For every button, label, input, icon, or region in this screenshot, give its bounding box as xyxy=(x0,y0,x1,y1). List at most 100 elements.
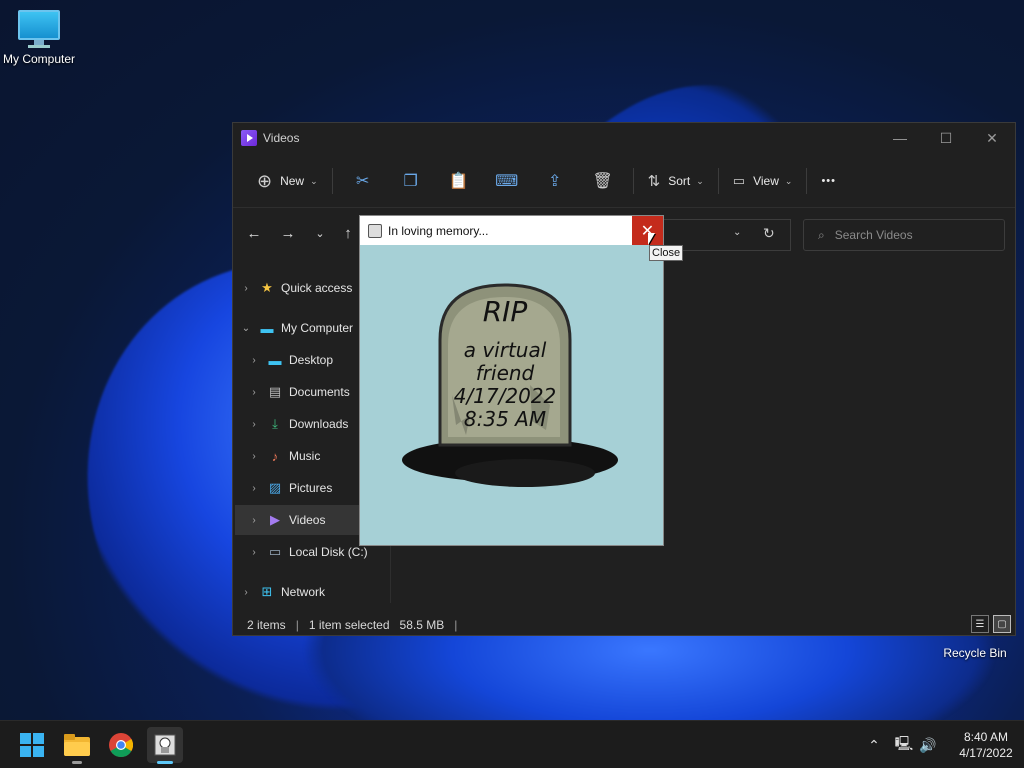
sort-button-label: Sort xyxy=(668,174,691,188)
network-icon: ⊞ xyxy=(261,584,273,599)
chevron-right-icon[interactable]: › xyxy=(247,483,261,494)
scissors-icon: ✂ xyxy=(355,173,370,190)
view-icon: ▭ xyxy=(732,173,746,188)
sidebar-item-label: Videos xyxy=(289,513,326,527)
tiles-icon: ▢ xyxy=(997,618,1007,630)
sidebar-item-label: Desktop xyxy=(289,353,334,367)
plus-circle-icon: ⊕ xyxy=(257,170,273,191)
popup-titlebar[interactable]: In loving memory... xyxy=(360,216,663,245)
chevron-right-icon[interactable]: › xyxy=(247,515,261,526)
sort-button[interactable]: ⇅ Sort ⌄ xyxy=(640,165,712,197)
view-button-label: View xyxy=(753,174,779,188)
documents-icon: ▤ xyxy=(268,384,282,399)
chevron-down-icon: ⌄ xyxy=(310,175,318,186)
rename-icon: ⌨ xyxy=(495,173,519,190)
chevron-down-icon[interactable]: ⌄ xyxy=(733,227,741,238)
status-separator: | xyxy=(295,618,299,632)
close-tooltip: Close xyxy=(649,245,684,261)
copy-button[interactable]: ❐ xyxy=(395,165,427,197)
chevron-right-icon[interactable]: › xyxy=(247,387,261,398)
maximize-button[interactable]: ☐ xyxy=(923,123,969,153)
taskbar: ⌃ 🖳 🔊 8:40 AM 4/17/2022 xyxy=(0,720,1024,768)
network-icon[interactable]: 🖳 xyxy=(892,733,916,757)
forward-arrow-icon[interactable]: → xyxy=(277,225,299,242)
sidebar-item-network[interactable]: › ⊞ Network xyxy=(239,577,397,607)
monitor-icon xyxy=(18,10,60,48)
chevron-right-icon[interactable]: › xyxy=(239,587,253,598)
view-button[interactable]: ▭ View ⌄ xyxy=(725,165,801,197)
download-icon: ⤓ xyxy=(272,416,278,431)
clock[interactable]: 8:40 AM 4/17/2022 xyxy=(948,729,1024,761)
search-box[interactable]: ⌕ xyxy=(803,219,1005,251)
system-tray: ⌃ 🖳 🔊 8:40 AM 4/17/2022 xyxy=(862,721,1024,768)
star-icon: ★ xyxy=(261,280,273,295)
chrome-taskbar-button[interactable] xyxy=(103,727,139,763)
volume-icon[interactable]: 🔊 xyxy=(916,737,940,754)
chevron-right-icon[interactable]: › xyxy=(247,355,261,366)
minimize-button[interactable]: — xyxy=(877,123,923,153)
command-bar: ⊕ New ⌄ ✂ ❐ 📋 ⌨ ⇪ 🗑 ⇅ Sort ⌄ ▭ View ⌄ ••… xyxy=(233,163,1015,199)
chevron-right-icon[interactable]: › xyxy=(247,419,261,430)
share-icon: ⇪ xyxy=(547,173,562,190)
cut-button[interactable]: ✂ xyxy=(347,165,379,197)
search-input[interactable] xyxy=(834,228,985,242)
popup-title: In loving memory... xyxy=(388,223,489,238)
chevron-right-icon[interactable]: › xyxy=(247,451,261,462)
chevron-down-icon: ⌄ xyxy=(696,175,704,186)
chrome-icon xyxy=(109,733,133,757)
mouse-cursor-icon xyxy=(648,233,655,245)
selection-count: 1 item selected xyxy=(308,618,390,632)
memorial-app-taskbar-button[interactable] xyxy=(147,727,183,764)
desktop-icon-recycle-bin[interactable]: Recycle Bin xyxy=(930,646,1020,660)
share-button[interactable]: ⇪ xyxy=(539,165,571,197)
tombstone-date: 4/17/2022 xyxy=(454,384,557,408)
tombstone-image: RIP a virtual friend 4/17/2022 8:35 AM xyxy=(402,283,618,487)
tombstone-line: a virtual xyxy=(464,338,547,362)
status-bar: 2 items | 1 item selected 58.5 MB | xyxy=(233,615,1015,635)
clock-time: 8:40 AM xyxy=(963,730,1009,744)
paste-button[interactable]: 📋 xyxy=(443,165,475,197)
chevron-up-icon[interactable]: ⌃ xyxy=(862,737,886,754)
new-button[interactable]: ⊕ New ⌄ xyxy=(249,165,326,197)
chevron-down-icon: ⌄ xyxy=(784,175,793,186)
close-button[interactable]: ✕ xyxy=(969,123,1015,153)
window-titlebar[interactable]: Videos — ☐ ✕ xyxy=(233,123,1015,153)
copy-icon: ❐ xyxy=(403,173,418,190)
tiles-view-button[interactable]: ▢ xyxy=(993,615,1011,633)
window-title: Videos xyxy=(263,131,300,145)
videos-icon: ▶ xyxy=(270,512,280,527)
clock-date: 4/17/2022 xyxy=(959,746,1013,760)
windows-logo-icon xyxy=(20,733,44,757)
videos-icon xyxy=(241,130,257,146)
desktop-icon-my-computer[interactable]: My Computer xyxy=(0,10,84,66)
sidebar-item-label: Downloads xyxy=(289,417,349,431)
desktop-icon-label: Recycle Bin xyxy=(943,646,1007,660)
rename-button[interactable]: ⌨ xyxy=(491,165,523,197)
sidebar-item-label: Music xyxy=(289,449,321,463)
tombstone-rip: RIP xyxy=(483,295,528,328)
start-button[interactable] xyxy=(14,727,50,763)
view-toggle: ☰ ▢ xyxy=(971,615,1011,633)
more-options-button[interactable]: ••• xyxy=(813,165,844,197)
details-view-button[interactable]: ☰ xyxy=(971,615,989,633)
chevron-right-icon[interactable]: › xyxy=(247,547,261,558)
desktop-icon-label: My Computer xyxy=(2,52,76,66)
item-count: 2 items xyxy=(247,618,286,632)
tombstone-time: 8:35 AM xyxy=(464,407,546,431)
sidebar-item-label: Documents xyxy=(289,385,350,399)
refresh-icon[interactable]: ↻ xyxy=(763,225,775,242)
app-icon xyxy=(154,734,176,756)
tombstone-line: friend xyxy=(476,361,535,385)
desktop-folder-icon: ▬ xyxy=(268,352,282,368)
chevron-down-icon[interactable]: ⌄ xyxy=(239,323,253,334)
more-icon: ••• xyxy=(821,175,836,187)
file-explorer-taskbar-button[interactable] xyxy=(59,727,95,764)
monitor-icon: ▬ xyxy=(260,320,274,336)
memorial-popup-window: In loving memory... ✕ RIP a virtual frie… xyxy=(359,215,664,546)
recent-locations-icon[interactable]: ⌄ xyxy=(309,227,331,240)
back-arrow-icon[interactable]: ← xyxy=(243,225,265,242)
grave-dirt xyxy=(455,459,595,487)
delete-button[interactable]: 🗑 xyxy=(587,165,619,197)
up-arrow-icon[interactable]: ↑ xyxy=(337,225,359,242)
chevron-right-icon[interactable]: › xyxy=(239,283,253,294)
